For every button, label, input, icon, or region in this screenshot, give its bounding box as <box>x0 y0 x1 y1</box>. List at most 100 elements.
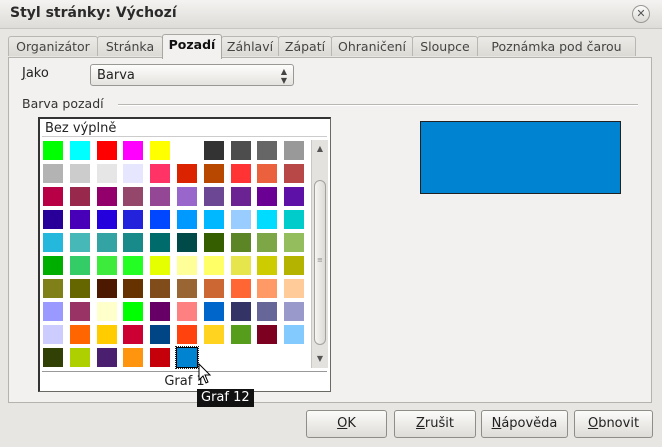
color-swatch[interactable] <box>68 347 91 368</box>
ok-button[interactable]: OK <box>306 410 387 438</box>
color-swatch[interactable] <box>42 278 64 299</box>
tab-stranka[interactable]: Stránka <box>97 36 163 56</box>
color-swatch[interactable] <box>68 186 91 207</box>
color-swatch[interactable] <box>68 232 91 253</box>
color-swatch[interactable] <box>229 186 252 207</box>
color-swatch[interactable] <box>176 186 198 207</box>
color-swatch[interactable] <box>229 163 252 184</box>
color-swatch[interactable] <box>256 255 279 276</box>
color-swatch[interactable] <box>256 140 279 161</box>
color-swatch[interactable] <box>176 278 198 299</box>
color-swatch[interactable] <box>176 209 198 230</box>
color-swatch[interactable] <box>256 163 279 184</box>
color-swatch[interactable] <box>95 232 118 253</box>
color-swatch[interactable] <box>202 186 225 207</box>
color-swatch[interactable] <box>176 255 198 276</box>
tab-zahlavi[interactable]: Záhlaví <box>221 36 279 56</box>
color-swatch[interactable] <box>202 278 225 299</box>
scroll-down-icon[interactable]: ▼ <box>312 352 328 366</box>
color-swatch[interactable] <box>283 278 306 299</box>
tab-sloupce[interactable]: Sloupce <box>412 36 478 56</box>
color-swatch[interactable] <box>122 301 145 322</box>
color-swatch[interactable] <box>149 347 172 368</box>
tab-organizator[interactable]: Organizátor <box>8 36 98 56</box>
scrollbar-thumb[interactable]: ≡ <box>314 180 326 345</box>
color-swatch[interactable] <box>283 209 306 230</box>
color-swatch[interactable] <box>149 140 172 161</box>
color-swatch[interactable] <box>122 232 145 253</box>
color-swatch[interactable] <box>95 301 118 322</box>
no-fill-option[interactable]: Bez výplně <box>42 121 327 137</box>
color-swatch[interactable] <box>149 163 172 184</box>
color-swatch[interactable] <box>229 255 252 276</box>
color-swatch[interactable] <box>42 163 64 184</box>
color-swatch[interactable] <box>283 186 306 207</box>
color-swatch[interactable] <box>229 278 252 299</box>
color-swatch[interactable] <box>202 140 225 161</box>
color-swatch[interactable] <box>202 232 225 253</box>
color-swatch[interactable] <box>68 301 91 322</box>
color-swatch[interactable] <box>229 209 252 230</box>
tab-pozadi[interactable]: Pozadí <box>162 34 222 59</box>
color-swatch[interactable] <box>256 324 279 345</box>
color-swatch[interactable] <box>95 324 118 345</box>
color-swatch[interactable] <box>283 324 306 345</box>
color-swatch[interactable] <box>283 301 306 322</box>
color-swatch[interactable] <box>95 209 118 230</box>
help-button[interactable]: Nápověda <box>481 410 568 438</box>
color-swatch[interactable] <box>122 347 145 368</box>
color-swatch[interactable] <box>122 278 145 299</box>
cancel-button[interactable]: Zrušit <box>394 410 476 438</box>
color-swatch[interactable] <box>149 301 172 322</box>
color-swatch[interactable] <box>95 347 118 368</box>
close-button[interactable]: ✕ <box>632 5 650 23</box>
color-swatch[interactable] <box>95 163 118 184</box>
color-swatch[interactable] <box>176 140 198 161</box>
color-swatch[interactable] <box>42 232 64 253</box>
scroll-up-icon[interactable]: ▲ <box>312 142 328 156</box>
color-swatch[interactable] <box>42 301 64 322</box>
color-swatch[interactable] <box>202 209 225 230</box>
color-swatch[interactable] <box>95 186 118 207</box>
color-swatch[interactable] <box>122 255 145 276</box>
color-swatch[interactable] <box>256 232 279 253</box>
color-swatch[interactable] <box>68 255 91 276</box>
color-swatch[interactable] <box>149 255 172 276</box>
color-swatch[interactable] <box>202 163 225 184</box>
color-swatch[interactable] <box>68 140 91 161</box>
color-swatch[interactable] <box>229 140 252 161</box>
color-swatch[interactable] <box>202 301 225 322</box>
color-swatch[interactable] <box>122 324 145 345</box>
color-swatch[interactable] <box>202 324 225 345</box>
color-swatch[interactable] <box>122 163 145 184</box>
color-swatch[interactable] <box>149 278 172 299</box>
as-combobox[interactable]: Barva ▲ ▼ <box>90 64 294 86</box>
color-swatch[interactable] <box>176 301 198 322</box>
color-swatch[interactable] <box>122 140 145 161</box>
color-swatch[interactable] <box>42 255 64 276</box>
color-scrollbar[interactable]: ▲ ≡ ▼ <box>311 140 328 368</box>
color-swatch[interactable] <box>68 209 91 230</box>
color-swatch[interactable] <box>68 324 91 345</box>
color-swatch[interactable] <box>42 209 64 230</box>
color-swatch[interactable] <box>176 163 198 184</box>
color-swatch[interactable] <box>283 232 306 253</box>
color-swatch[interactable] <box>283 140 306 161</box>
color-swatch[interactable] <box>283 163 306 184</box>
color-swatch[interactable] <box>256 209 279 230</box>
tab-zapati[interactable]: Zápatí <box>278 36 332 56</box>
color-swatch[interactable] <box>256 301 279 322</box>
color-swatch[interactable] <box>149 324 172 345</box>
color-swatch[interactable] <box>68 278 91 299</box>
color-swatch[interactable] <box>95 278 118 299</box>
tab-ohraniceni[interactable]: Ohraničení <box>331 36 413 56</box>
color-swatch[interactable] <box>42 186 64 207</box>
color-swatch[interactable] <box>202 255 225 276</box>
reset-button[interactable]: Obnovit <box>574 410 653 438</box>
color-swatch[interactable] <box>42 324 64 345</box>
color-swatch[interactable] <box>42 347 64 368</box>
tab-poznamka-pod-carou[interactable]: Poznámka pod čarou <box>477 36 636 56</box>
color-swatch-selected[interactable] <box>175 346 199 369</box>
color-swatch[interactable] <box>42 140 64 161</box>
color-swatch[interactable] <box>229 232 252 253</box>
